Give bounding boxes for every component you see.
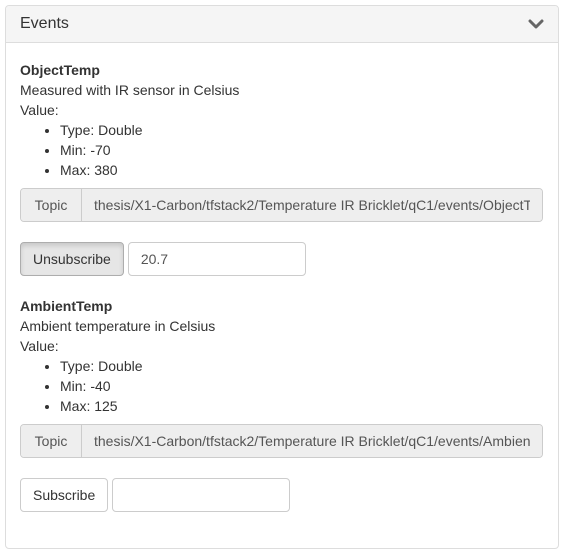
panel-title: Events: [20, 15, 69, 32]
chevron-down-icon[interactable]: [528, 16, 544, 32]
list-item: Type: Double: [60, 356, 544, 376]
topic-label: Topic: [21, 189, 82, 221]
topic-group: Topic: [20, 424, 543, 458]
event-name: ObjectTemp: [20, 62, 100, 78]
action-row: Unsubscribe: [20, 242, 544, 276]
event-description: Measured with IR sensor in Celsius: [20, 82, 240, 98]
list-item: Type: Double: [60, 120, 544, 140]
topic-field[interactable]: [82, 189, 542, 221]
value-label: Value:: [20, 338, 59, 354]
event-value-field[interactable]: [112, 478, 291, 512]
topic-label: Topic: [21, 425, 82, 457]
action-row: Subscribe: [20, 478, 544, 512]
value-props-list: Type: Double Min: -40 Max: 125: [20, 356, 544, 416]
event-name: AmbientTemp: [20, 298, 113, 314]
events-panel-body: ObjectTemp Measured with IR sensor in Ce…: [6, 43, 558, 512]
topic-field[interactable]: [82, 425, 542, 457]
unsubscribe-button[interactable]: Unsubscribe: [20, 242, 124, 276]
events-panel-heading[interactable]: Events: [6, 6, 558, 43]
event-ambienttemp: AmbientTemp Ambient temperature in Celsi…: [20, 296, 544, 512]
list-item: Min: -70: [60, 140, 544, 160]
events-panel: Events ObjectTemp Measured with IR senso…: [5, 5, 559, 549]
list-item: Min: -40: [60, 376, 544, 396]
event-value-field[interactable]: [127, 242, 306, 276]
event-objecttemp: ObjectTemp Measured with IR sensor in Ce…: [20, 60, 544, 276]
subscribe-button[interactable]: Subscribe: [20, 478, 109, 512]
value-label: Value:: [20, 102, 59, 118]
list-item: Max: 125: [60, 396, 544, 416]
event-description: Ambient temperature in Celsius: [20, 318, 216, 334]
list-item: Max: 380: [60, 160, 544, 180]
topic-group: Topic: [20, 188, 543, 222]
value-props-list: Type: Double Min: -70 Max: 380: [20, 120, 544, 180]
